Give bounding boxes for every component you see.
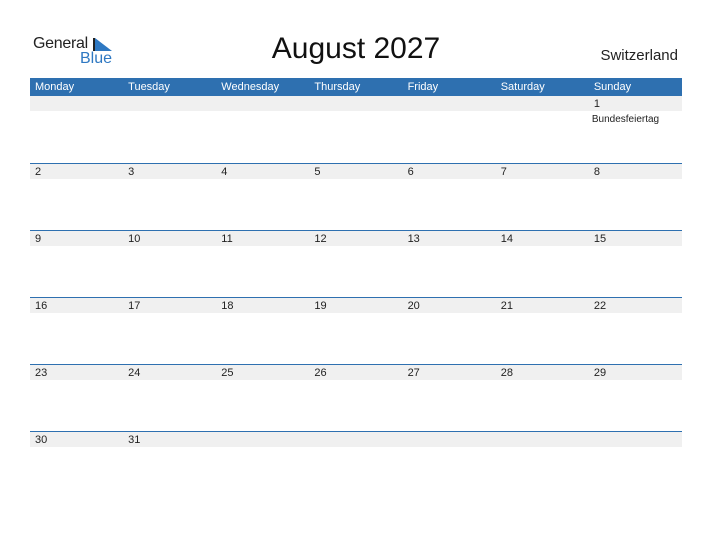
day-cell: 24 — [123, 365, 216, 431]
day-cell: 11 — [216, 231, 309, 297]
weekday-sunday: Sunday — [593, 81, 632, 93]
day-cell: 5 — [309, 164, 402, 230]
day-cell: 23 — [30, 365, 123, 431]
day-number: 28 — [500, 367, 513, 379]
day-number: 21 — [500, 300, 513, 312]
day-cell: 30 — [30, 432, 123, 498]
week-row: 30 31 — [30, 431, 682, 498]
day-number: 4 — [221, 166, 228, 178]
day-cell: 1 Bundesfeiertag — [589, 96, 682, 163]
weekday-friday: Friday — [407, 81, 439, 93]
week-cells: 16 17 18 19 20 21 22 — [30, 298, 682, 364]
day-cell — [496, 96, 589, 163]
day-cell — [403, 432, 496, 498]
day-number: 27 — [407, 367, 420, 379]
week-row: 16 17 18 19 20 21 22 — [30, 297, 682, 364]
day-cell: 13 — [403, 231, 496, 297]
day-cell: 14 — [496, 231, 589, 297]
day-number: 22 — [593, 300, 607, 312]
day-number: 30 — [35, 434, 48, 446]
day-cell — [216, 96, 309, 163]
day-number: 31 — [128, 434, 141, 446]
day-number: 8 — [593, 166, 600, 178]
day-number: 13 — [407, 233, 420, 245]
week-row: 2 3 4 5 6 7 8 — [30, 163, 682, 230]
day-cell: 10 — [123, 231, 216, 297]
week-row: 23 24 25 26 27 28 29 — [30, 364, 682, 431]
day-number: 25 — [221, 367, 234, 379]
week-cells: 23 24 25 26 27 28 29 — [30, 365, 682, 431]
day-cell: 7 — [496, 164, 589, 230]
day-cell: 4 — [216, 164, 309, 230]
week-cells: 30 31 — [30, 432, 682, 498]
weekday-header: Monday Tuesday Wednesday Thursday Friday… — [30, 78, 682, 96]
day-cell: 28 — [496, 365, 589, 431]
day-cell: 20 — [403, 298, 496, 364]
day-cell: 18 — [216, 298, 309, 364]
day-cell: 9 — [30, 231, 123, 297]
day-number: 6 — [407, 166, 414, 178]
day-cell — [403, 96, 496, 163]
day-number: 24 — [128, 367, 141, 379]
day-number: 11 — [221, 233, 233, 245]
day-number: 20 — [407, 300, 420, 312]
day-number: 23 — [35, 367, 48, 379]
day-cell: 19 — [309, 298, 402, 364]
day-cell — [309, 432, 402, 498]
day-number: 19 — [314, 300, 327, 312]
day-number: 2 — [35, 166, 42, 178]
day-cell: 12 — [309, 231, 402, 297]
weekday-wednesday: Wednesday — [221, 81, 280, 93]
calendar-grid: Monday Tuesday Wednesday Thursday Friday… — [30, 78, 682, 498]
day-number: 17 — [128, 300, 141, 312]
day-number: 15 — [593, 233, 607, 245]
day-cell: 15 — [589, 231, 682, 297]
day-cell: 22 — [589, 298, 682, 364]
day-number: 26 — [314, 367, 327, 379]
weekday-thursday: Thursday — [314, 81, 361, 93]
weekday-saturday: Saturday — [500, 81, 545, 93]
country-label: Switzerland — [600, 47, 678, 64]
day-number: 12 — [314, 233, 327, 245]
day-number: 7 — [500, 166, 507, 178]
day-number: 1 — [593, 98, 600, 110]
day-cell — [496, 432, 589, 498]
day-cell: 27 — [403, 365, 496, 431]
week-cells: 2 3 4 5 6 7 8 — [30, 164, 682, 230]
day-number: 10 — [128, 233, 141, 245]
holiday-label: Bundesfeiertag — [591, 114, 660, 125]
day-cell: 21 — [496, 298, 589, 364]
weekday-tuesday: Tuesday — [128, 81, 170, 93]
day-number: 16 — [35, 300, 48, 312]
day-number: 18 — [221, 300, 234, 312]
day-cell: 8 — [589, 164, 682, 230]
week-row: 9 10 11 12 13 14 15 — [30, 230, 682, 297]
day-number: 14 — [500, 233, 513, 245]
week-cells: 9 10 11 12 13 14 15 — [30, 231, 682, 297]
day-cell: 2 — [30, 164, 123, 230]
day-cell — [216, 432, 309, 498]
week-row: 1 Bundesfeiertag — [30, 96, 682, 163]
day-cell: 25 — [216, 365, 309, 431]
day-number: 3 — [128, 166, 135, 178]
day-cell — [589, 432, 682, 498]
week-cells: 1 Bundesfeiertag — [30, 96, 682, 163]
day-cell: 31 — [123, 432, 216, 498]
day-number: 5 — [314, 166, 321, 178]
day-cell: 3 — [123, 164, 216, 230]
day-number: 9 — [35, 233, 42, 245]
day-cell — [123, 96, 216, 163]
day-cell — [309, 96, 402, 163]
day-cell: 6 — [403, 164, 496, 230]
day-cell: 16 — [30, 298, 123, 364]
day-cell: 29 — [589, 365, 682, 431]
weeks-container: 1 Bundesfeiertag 2 3 4 5 6 7 8 9 10 11 12 13 14 15 16 17 1… — [30, 96, 682, 498]
day-cell: 17 — [123, 298, 216, 364]
day-cell — [30, 96, 123, 163]
day-cell: 26 — [309, 365, 402, 431]
weekday-monday: Monday — [35, 81, 75, 93]
day-number: 29 — [593, 367, 607, 379]
